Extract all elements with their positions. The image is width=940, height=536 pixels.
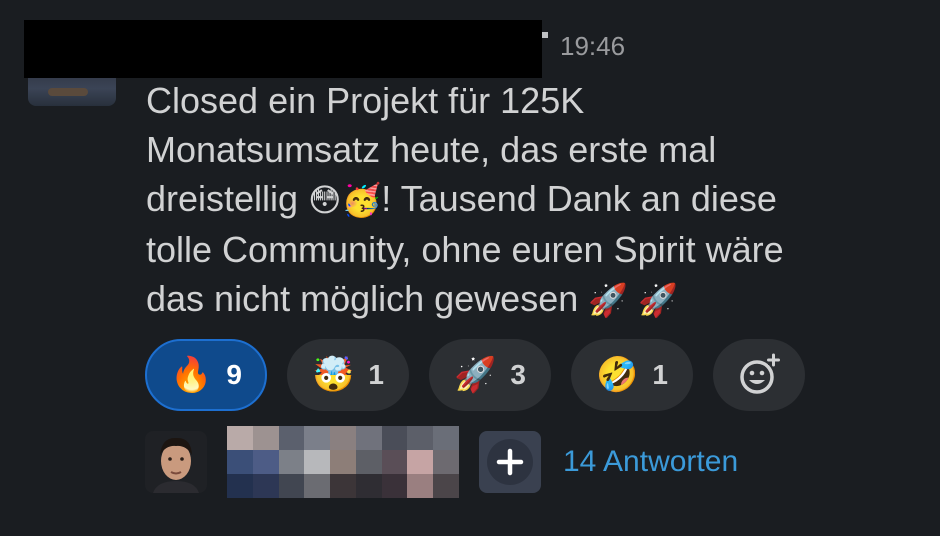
party-emoji-icon: 🥳 bbox=[341, 181, 382, 219]
reaction-count: 3 bbox=[510, 359, 526, 390]
reaction-bar: 🔥 9 🤯 1 🚀 3 🤣 1 bbox=[145, 339, 805, 411]
flushed-emoji-icon: 😳 bbox=[308, 181, 342, 219]
person-avatar-icon bbox=[145, 431, 207, 493]
reaction-mind-blown[interactable]: 🤯 1 bbox=[287, 339, 409, 411]
add-reaction-button[interactable] bbox=[713, 339, 805, 411]
reply-avatar bbox=[145, 431, 207, 493]
plus-icon bbox=[487, 439, 533, 485]
rocket-emoji-icon: 🚀 bbox=[588, 281, 629, 319]
message-line-1: Closed ein Projekt für 125K bbox=[146, 80, 585, 121]
mind-blown-emoji-icon: 🤯 bbox=[312, 355, 355, 395]
rofl-emoji-icon: 🤣 bbox=[596, 355, 639, 395]
rocket-emoji-icon: 🚀 bbox=[454, 355, 497, 395]
message-timestamp[interactable]: 19:46 bbox=[560, 28, 625, 64]
more-participants bbox=[479, 431, 541, 493]
message-line-4: tolle Community, ohne euren Spirit wäre bbox=[146, 229, 784, 270]
thread-summary[interactable]: 14 Antworten bbox=[145, 426, 738, 498]
message-text: ! Tausend Dank an diese bbox=[381, 178, 777, 219]
message-line-3: dreistellig 😳🥳! Tausend Dank an diese bbox=[146, 174, 906, 225]
reaction-rofl[interactable]: 🤣 1 bbox=[571, 339, 693, 411]
reaction-rocket[interactable]: 🚀 3 bbox=[429, 339, 551, 411]
reaction-fire[interactable]: 🔥 9 bbox=[145, 339, 267, 411]
message-line-2: Monatsumsatz heute, das erste mal bbox=[146, 129, 717, 170]
message-body: Closed ein Projekt für 125K Monatsumsatz… bbox=[146, 76, 906, 325]
slack-message: 19:46 Closed ein Projekt für 125K Monats… bbox=[0, 0, 940, 536]
blurred-reply-avatars bbox=[227, 426, 459, 498]
message-text: das nicht möglich gewesen bbox=[146, 278, 589, 319]
message-text: dreistellig bbox=[146, 178, 309, 219]
author-name-fragment bbox=[542, 32, 548, 38]
redacted-author-name bbox=[24, 20, 542, 78]
fire-emoji-icon: 🔥 bbox=[170, 355, 213, 395]
rocket-emoji-icon: 🚀 bbox=[638, 281, 678, 319]
add-emoji-icon bbox=[740, 353, 780, 394]
reaction-count: 1 bbox=[368, 359, 384, 390]
replies-link[interactable]: 14 Antworten bbox=[563, 445, 738, 479]
reaction-count: 9 bbox=[226, 359, 242, 390]
message-line-5: das nicht möglich gewesen 🚀 🚀 bbox=[146, 274, 906, 325]
reaction-count: 1 bbox=[652, 359, 668, 390]
